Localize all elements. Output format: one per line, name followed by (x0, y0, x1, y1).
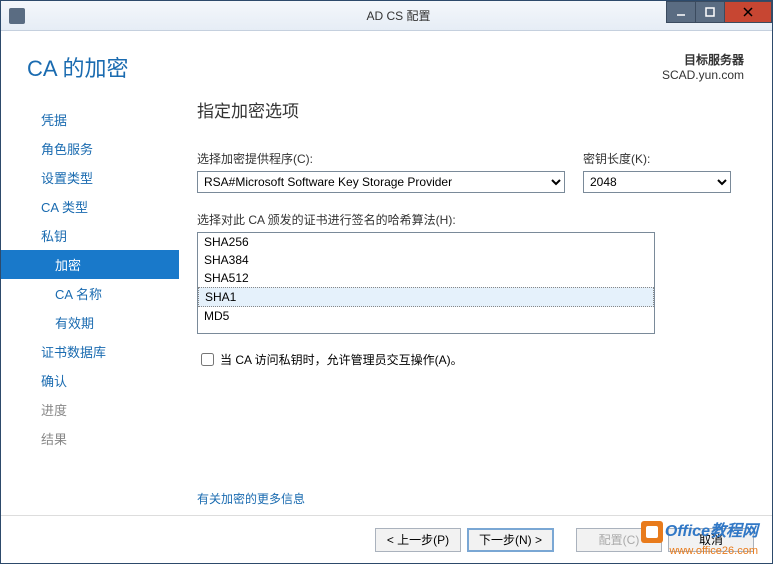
step-4[interactable]: 私钥 (1, 221, 179, 250)
interaction-checkbox-label[interactable]: 当 CA 访问私钥时，允许管理员交互操作(A)。 (220, 351, 463, 368)
cancel-button[interactable]: 取消 (668, 528, 754, 552)
step-5[interactable]: 加密 (1, 250, 179, 279)
step-11: 结果 (1, 424, 179, 453)
maximize-button[interactable] (695, 1, 725, 23)
step-6[interactable]: CA 名称 (1, 279, 179, 308)
hash-option-sha512[interactable]: SHA512 (198, 269, 654, 287)
footer: < 上一步(P) 下一步(N) > 配置(C) 取消 Office教程网 www… (1, 515, 772, 563)
next-button[interactable]: 下一步(N) > (467, 528, 554, 552)
step-0[interactable]: 凭据 (1, 105, 179, 134)
interaction-checkbox[interactable] (201, 353, 214, 366)
provider-field: 选择加密提供程序(C): RSA#Microsoft Software Key … (197, 150, 565, 193)
window: AD CS 配置 CA 的加密 目标服务器 SCAD.yun.com 凭据角色服… (0, 0, 773, 564)
window-controls (667, 1, 772, 23)
main-panel: 指定加密选项 选择加密提供程序(C): RSA#Microsoft Softwa… (179, 97, 762, 515)
close-button[interactable] (724, 1, 772, 23)
step-8[interactable]: 证书数据库 (1, 337, 179, 366)
header: CA 的加密 目标服务器 SCAD.yun.com (1, 31, 772, 87)
configure-button: 配置(C) (576, 528, 662, 552)
page-title: CA 的加密 (27, 51, 128, 83)
prev-button[interactable]: < 上一步(P) (375, 528, 461, 552)
target-label: 目标服务器 (684, 53, 744, 67)
body: 凭据角色服务设置类型CA 类型私钥加密CA 名称有效期证书数据库确认进度结果 指… (1, 87, 772, 515)
hash-option-md5[interactable]: MD5 (198, 307, 654, 325)
step-1[interactable]: 角色服务 (1, 134, 179, 163)
hash-option-sha384[interactable]: SHA384 (198, 251, 654, 269)
window-title: AD CS 配置 (25, 7, 772, 24)
step-10: 进度 (1, 395, 179, 424)
titlebar: AD CS 配置 (1, 1, 772, 31)
sidebar: 凭据角色服务设置类型CA 类型私钥加密CA 名称有效期证书数据库确认进度结果 (1, 97, 179, 515)
step-7[interactable]: 有效期 (1, 308, 179, 337)
app-icon (9, 8, 25, 24)
target-value: SCAD.yun.com (662, 68, 744, 82)
hash-listbox[interactable]: SHA256SHA384SHA512SHA1MD5 (197, 232, 655, 334)
content: CA 的加密 目标服务器 SCAD.yun.com 凭据角色服务设置类型CA 类… (1, 31, 772, 563)
target-server: 目标服务器 SCAD.yun.com (662, 51, 744, 83)
hash-option-sha256[interactable]: SHA256 (198, 233, 654, 251)
provider-label: 选择加密提供程序(C): (197, 150, 565, 167)
more-info-link[interactable]: 有关加密的更多信息 (197, 490, 734, 507)
keylen-label: 密钥长度(K): (583, 150, 731, 167)
hash-option-sha1[interactable]: SHA1 (198, 287, 654, 307)
step-9[interactable]: 确认 (1, 366, 179, 395)
minimize-button[interactable] (666, 1, 696, 23)
section-title: 指定加密选项 (197, 97, 734, 122)
provider-row: 选择加密提供程序(C): RSA#Microsoft Software Key … (197, 150, 734, 193)
provider-select[interactable]: RSA#Microsoft Software Key Storage Provi… (197, 171, 565, 193)
keylen-field: 密钥长度(K): 2048 (583, 150, 731, 193)
step-3[interactable]: CA 类型 (1, 192, 179, 221)
interaction-checkbox-row: 当 CA 访问私钥时，允许管理员交互操作(A)。 (197, 350, 734, 369)
hash-label: 选择对此 CA 颁发的证书进行签名的哈希算法(H): (197, 211, 734, 228)
keylen-select[interactable]: 2048 (583, 171, 731, 193)
step-2[interactable]: 设置类型 (1, 163, 179, 192)
